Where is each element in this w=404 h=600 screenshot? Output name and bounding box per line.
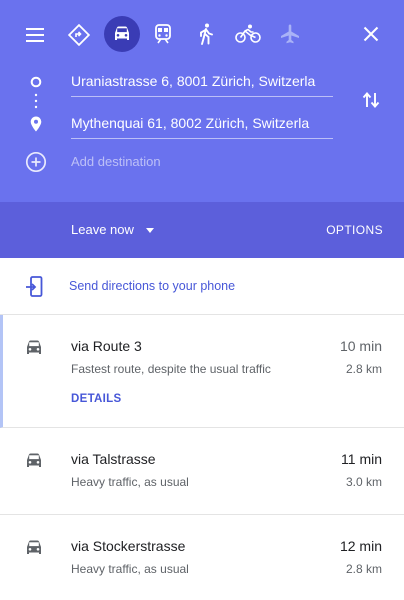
route-description: Heavy traffic, as usual — [71, 562, 189, 576]
route-duration: 11 min — [341, 451, 382, 467]
route-option[interactable]: via Route 3 Fastest route, despite the u… — [0, 315, 404, 428]
dropdown-caret-icon — [145, 227, 154, 233]
origin-input[interactable]: Uraniastrasse 6, 8001 Zürich, Switzerla — [71, 67, 333, 97]
route-distance: 2.8 km — [345, 362, 382, 376]
route-description: Heavy traffic, as usual — [71, 475, 189, 489]
details-button[interactable]: DETAILS — [71, 392, 121, 406]
directions-header: Uraniastrasse 6, 8001 Zürich, Switzerla … — [0, 0, 404, 202]
transit-icon[interactable] — [151, 22, 175, 46]
car-icon — [24, 539, 44, 562]
destination-text: Mythenquai 61, 8002 Zürich, Switzerla — [71, 115, 310, 131]
destination-pin-icon — [29, 115, 43, 133]
options-button[interactable]: OPTIONS — [326, 221, 383, 239]
route-option[interactable]: via Stockerstrasse Heavy traffic, as usu… — [0, 515, 404, 600]
send-to-phone-label: Send directions to your phone — [69, 279, 236, 293]
close-icon[interactable] — [360, 23, 382, 45]
origin-text: Uraniastrasse 6, 8001 Zürich, Switzerla — [71, 73, 316, 89]
walking-icon[interactable] — [194, 22, 218, 46]
menu-icon[interactable] — [24, 24, 46, 46]
flight-icon[interactable] — [278, 22, 302, 46]
route-dots-icon — [33, 92, 39, 112]
best-travel-mode-icon[interactable] — [66, 22, 92, 48]
route-title: via Talstrasse — [71, 451, 156, 467]
route-title: via Route 3 — [71, 338, 142, 354]
route-distance: 3.0 km — [345, 475, 382, 489]
send-to-phone-icon — [24, 276, 44, 298]
leave-now-dropdown[interactable]: Leave now — [71, 221, 154, 239]
send-to-phone-row[interactable]: Send directions to your phone — [0, 258, 404, 315]
route-distance: 2.8 km — [345, 562, 382, 576]
add-destination-icon[interactable] — [24, 150, 48, 174]
route-option[interactable]: via Talstrasse Heavy traffic, as usual 1… — [0, 428, 404, 515]
swap-icon[interactable] — [358, 87, 384, 113]
car-icon — [24, 339, 44, 362]
origin-circle-icon — [29, 75, 43, 89]
route-duration: 12 min — [339, 538, 382, 554]
car-icon — [110, 22, 134, 46]
leave-now-label: Leave now — [71, 222, 134, 237]
route-duration: 10 min — [339, 338, 382, 354]
route-title: via Stockerstrasse — [71, 538, 186, 554]
car-icon — [24, 452, 44, 475]
route-description: Fastest route, despite the usual traffic — [71, 362, 271, 376]
add-destination-placeholder[interactable]: Add destination — [71, 154, 161, 170]
destination-input[interactable]: Mythenquai 61, 8002 Zürich, Switzerla — [71, 109, 333, 139]
cycling-icon[interactable] — [234, 22, 262, 46]
